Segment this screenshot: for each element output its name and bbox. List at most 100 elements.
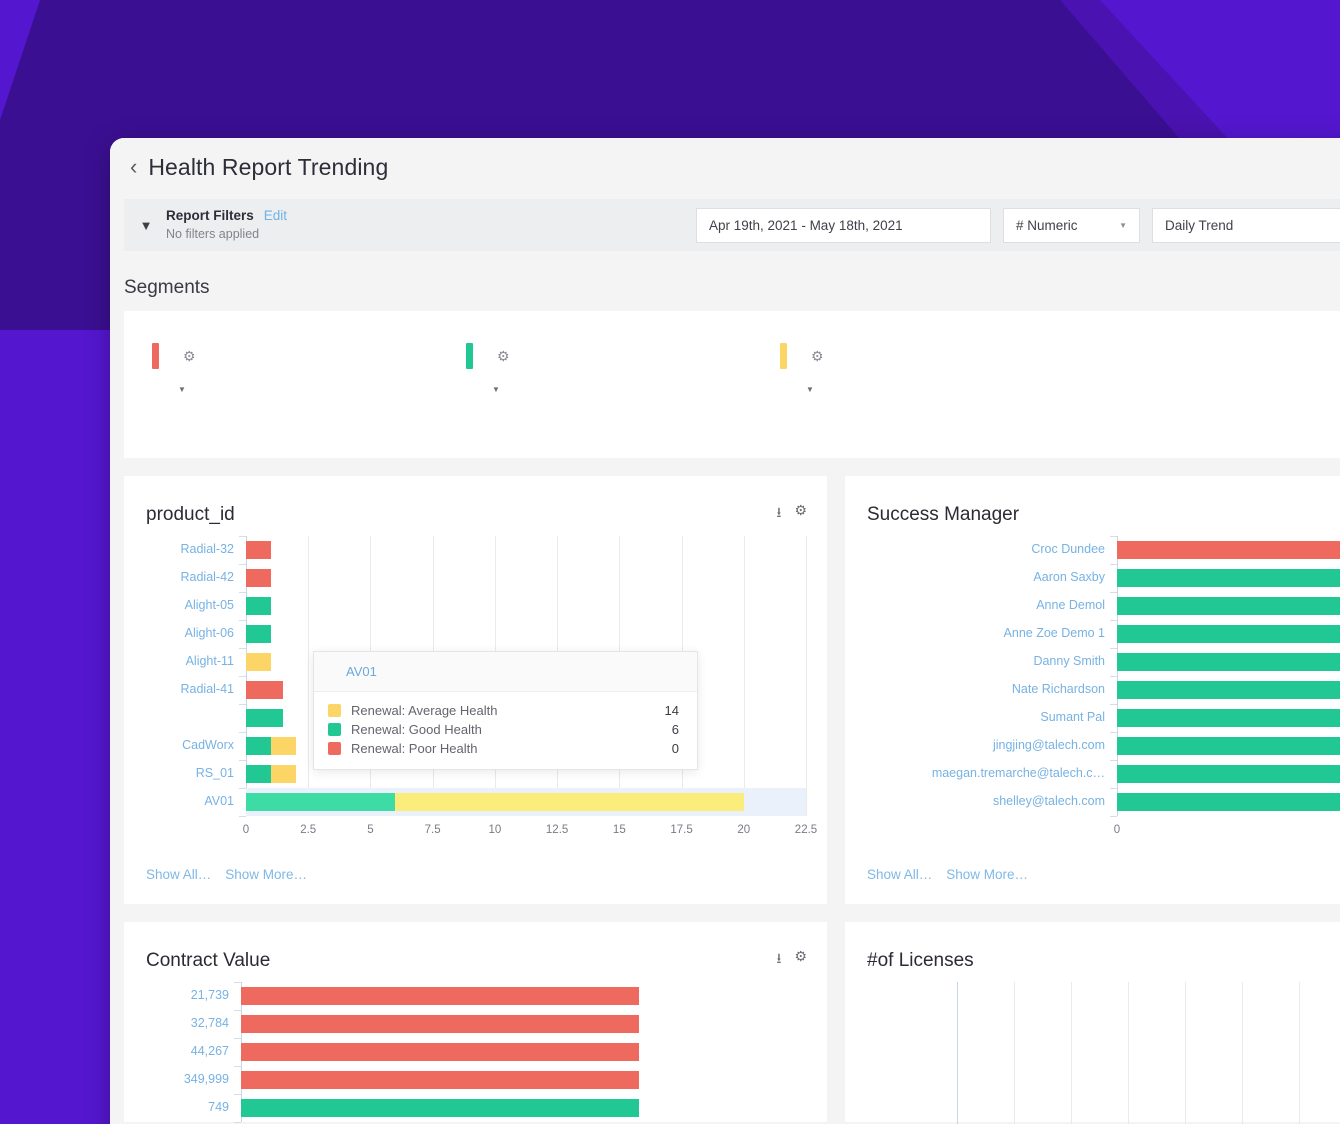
- bar-segment[interactable]: [270, 737, 296, 755]
- segment-color-swatch: [152, 343, 159, 369]
- bar-segment[interactable]: [1117, 569, 1340, 587]
- category-label[interactable]: Radial-42: [146, 570, 234, 584]
- axis-tick-stub: [1110, 536, 1117, 537]
- axis-tick-stub: [234, 1066, 241, 1067]
- axis-tick-stub: [239, 536, 246, 537]
- bar-segment[interactable]: [246, 681, 284, 699]
- show-more-link[interactable]: Show More…: [225, 867, 307, 882]
- panels-grid: ⭳ ⚙ product_id 0 2.5 5 7.5 10 12.5 15 17.5 20 22.…: [124, 476, 1340, 1124]
- category-label[interactable]: Anne Demol: [867, 598, 1105, 612]
- app-window: ‹ Health Report Trending ▼ Report Filter…: [110, 138, 1340, 1124]
- bar-segment[interactable]: [246, 541, 271, 559]
- bar-segment[interactable]: [246, 709, 284, 727]
- edit-filters-link[interactable]: Edit: [264, 208, 287, 225]
- segment-card: ⚙ ▼: [780, 343, 1094, 458]
- category-label[interactable]: 749: [146, 1100, 229, 1114]
- show-all-link[interactable]: Show All…: [867, 867, 932, 882]
- bar-segment[interactable]: [246, 653, 271, 671]
- success-manager-links: Show All… Show More…: [867, 867, 1028, 882]
- bar-segment[interactable]: [241, 1071, 639, 1089]
- gear-icon[interactable]: ⚙: [794, 948, 807, 972]
- filter-controls: Apr 19th, 2021 - May 18th, 2021 # Numeri…: [696, 207, 1340, 243]
- bar-segment[interactable]: [395, 793, 744, 811]
- axis-tick-stub: [1110, 648, 1117, 649]
- bar-segment[interactable]: [246, 597, 271, 615]
- category-label[interactable]: Croc Dundee: [867, 542, 1105, 556]
- category-label[interactable]: Alight-11: [146, 654, 234, 668]
- axis-tick-label: 10: [488, 824, 502, 836]
- titlebar: ‹ Health Report Trending: [110, 138, 1340, 196]
- segment-color-swatch: [780, 343, 787, 369]
- metric-type-select[interactable]: # Numeric ▼: [1003, 207, 1140, 243]
- gear-icon[interactable]: ⚙: [183, 348, 196, 365]
- category-label[interactable]: Radial-32: [146, 542, 234, 556]
- axis-tick-stub: [239, 648, 246, 649]
- category-label[interactable]: 21,739: [146, 988, 229, 1002]
- segment-color-swatch: [466, 343, 473, 369]
- bar-segment[interactable]: [1117, 541, 1340, 559]
- category-label[interactable]: Nate Richardson: [867, 682, 1105, 696]
- download-icon[interactable]: ⭳: [777, 948, 782, 972]
- axis-tick-label: 15: [612, 824, 626, 836]
- bar-segment[interactable]: [1117, 597, 1340, 615]
- bar-segment[interactable]: [1117, 653, 1340, 671]
- bar-segment[interactable]: [1117, 681, 1340, 699]
- category-label[interactable]: shelley@talech.com: [867, 794, 1105, 808]
- panel-success-manager: Success Manager 01Croc DundeeAaron Saxby…: [845, 476, 1340, 904]
- category-label[interactable]: AV01: [146, 794, 234, 808]
- download-icon[interactable]: ⭳: [777, 502, 782, 526]
- category-label[interactable]: Alight-06: [146, 626, 234, 640]
- axis-tick-stub: [1110, 704, 1117, 705]
- axis-tick-stub: [234, 1038, 241, 1039]
- bar-segment[interactable]: [1117, 737, 1340, 755]
- bar-segment[interactable]: [246, 765, 271, 783]
- bar-segment[interactable]: [246, 737, 271, 755]
- category-label[interactable]: Anne Zoe Demo 1: [867, 626, 1105, 640]
- category-label[interactable]: RS_01: [146, 766, 234, 780]
- bar-segment[interactable]: [246, 569, 271, 587]
- bar-segment[interactable]: [241, 1015, 639, 1033]
- category-label[interactable]: 349,999: [146, 1072, 229, 1086]
- axis-tick-stub: [1110, 816, 1117, 817]
- category-label[interactable]: 44,267: [146, 1044, 229, 1058]
- category-label[interactable]: Aaron Saxby: [867, 570, 1105, 584]
- show-more-link[interactable]: Show More…: [946, 867, 1028, 882]
- category-label[interactable]: 32,784: [146, 1016, 229, 1030]
- axis-tick-label: 7.5: [424, 824, 441, 836]
- bar-segment[interactable]: [241, 1099, 639, 1117]
- bar-segment[interactable]: [246, 793, 396, 811]
- bar-segment[interactable]: [1117, 625, 1340, 643]
- bar-segment[interactable]: [246, 625, 271, 643]
- bar-segment[interactable]: [1117, 793, 1340, 811]
- no-filters-text: No filters applied: [166, 226, 260, 241]
- axis-tick-stub: [1110, 732, 1117, 733]
- axis-tick-stub: [239, 676, 246, 677]
- axis-tick-stub: [234, 1094, 241, 1095]
- gear-icon[interactable]: ⚙: [811, 348, 824, 365]
- axis-tick-stub: [1110, 620, 1117, 621]
- category-label[interactable]: jingjing@talech.com: [867, 738, 1105, 752]
- gear-icon[interactable]: ⚙: [497, 348, 510, 365]
- gear-icon[interactable]: ⚙: [794, 502, 807, 526]
- show-all-link[interactable]: Show All…: [146, 867, 211, 882]
- category-label[interactable]: Alight-05: [146, 598, 234, 612]
- metric-type-value: # Numeric: [1016, 217, 1078, 233]
- panel-tools-contract-value: ⭳ ⚙: [777, 948, 807, 972]
- category-label[interactable]: Radial-41: [146, 682, 234, 696]
- bar-segment[interactable]: [1117, 765, 1340, 783]
- y-axis-line: [957, 982, 958, 1124]
- bar-segment[interactable]: [241, 1043, 639, 1061]
- gridline: [1299, 982, 1300, 1124]
- panel-title-success-manager: Success Manager: [867, 504, 1020, 525]
- category-label[interactable]: Sumant Pal: [867, 710, 1105, 724]
- category-label[interactable]: Danny Smith: [867, 654, 1105, 668]
- bar-segment[interactable]: [270, 765, 296, 783]
- segment-metric: ▼: [171, 385, 466, 394]
- category-label[interactable]: maegan.tremarche@talech.c…: [867, 766, 1105, 780]
- chevron-left-icon[interactable]: ‹: [130, 156, 137, 178]
- category-label[interactable]: CadWorx: [146, 738, 234, 752]
- trend-type-select[interactable]: Daily Trend: [1152, 207, 1340, 243]
- bar-segment[interactable]: [1117, 709, 1340, 727]
- bar-segment[interactable]: [241, 987, 639, 1005]
- date-range-input[interactable]: Apr 19th, 2021 - May 18th, 2021: [696, 207, 991, 243]
